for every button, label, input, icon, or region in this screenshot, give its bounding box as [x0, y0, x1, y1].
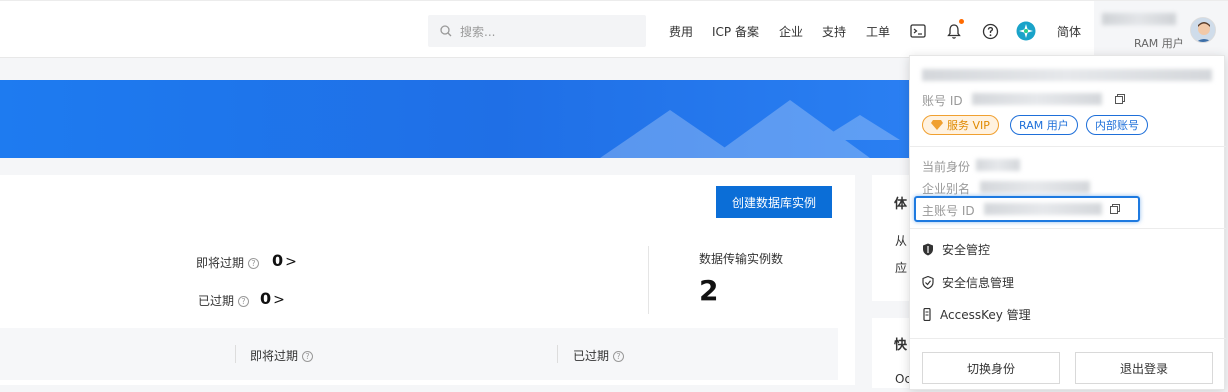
divider — [648, 246, 649, 314]
account-name-blurred — [922, 69, 1212, 81]
notification-dot — [959, 19, 964, 24]
nav-support[interactable]: 支持 — [822, 23, 846, 40]
bell-icon[interactable] — [944, 19, 964, 41]
current-identity-label: 当前身份 — [922, 160, 971, 174]
expiring-count[interactable]: 0 > — [272, 251, 297, 270]
divider — [910, 146, 1226, 147]
enterprise-alias-blurred — [980, 181, 1090, 193]
shield-icon — [923, 243, 933, 256]
nav-fees[interactable]: 费用 — [669, 23, 693, 40]
account-dropdown: 账号 ID 服务 VIP RAM 用户 内部账号 当前身份 企业别名 主账号 I… — [909, 55, 1226, 390]
key-icon — [923, 308, 931, 321]
chevron-right-icon: > — [285, 254, 297, 270]
search-icon — [440, 25, 452, 37]
side-card-text: 应 — [895, 261, 908, 275]
user-menu-trigger[interactable]: RAM 用户 — [1094, 1, 1228, 59]
logout-button[interactable]: 退出登录 — [1075, 352, 1213, 384]
chevron-right-icon: > — [273, 292, 285, 308]
main-account-id-blurred — [984, 203, 1102, 215]
ram-user-tag: RAM 用户 — [1010, 115, 1078, 135]
account-id-blurred — [972, 93, 1102, 105]
transfer-instance-count: 2 — [699, 274, 719, 307]
nav-enterprise[interactable]: 企业 — [779, 23, 803, 40]
table-header-expired: 已过期? — [573, 347, 625, 364]
menu-security-control[interactable]: 安全管控 — [922, 241, 990, 258]
switch-identity-button[interactable]: 切换身份 — [922, 352, 1060, 384]
terminal-icon[interactable] — [908, 21, 928, 41]
copy-icon[interactable] — [1115, 94, 1125, 104]
internal-account-tag: 内部账号 — [1086, 115, 1148, 135]
search-input[interactable]: 搜索... — [428, 15, 646, 47]
side-card-title: 快 — [894, 338, 908, 353]
avatar[interactable] — [1190, 17, 1216, 43]
ram-user-label: RAM 用户 — [1134, 37, 1184, 50]
username-blurred — [1102, 13, 1176, 25]
table-header — [0, 328, 838, 380]
enterprise-alias-label: 企业别名 — [922, 182, 971, 196]
current-identity-blurred — [976, 159, 1020, 171]
banner-decoration — [600, 100, 900, 158]
column-divider — [235, 345, 236, 363]
copy-icon[interactable] — [1110, 204, 1120, 214]
column-divider — [557, 345, 558, 363]
side-card-text: 从 — [895, 234, 908, 248]
question-icon[interactable]: ? — [248, 258, 260, 269]
expiring-label: 即将过期? — [196, 254, 260, 271]
nav-ticket[interactable]: 工单 — [866, 23, 890, 40]
help-icon[interactable] — [980, 21, 1000, 41]
vip-tag: 服务 VIP — [922, 115, 999, 135]
top-navbar: 搜索... 费用 ICP 备案 企业 支持 工单 简体 RAM 用户 — [0, 0, 1228, 59]
question-icon[interactable]: ? — [613, 351, 625, 362]
create-instance-button[interactable]: 创建数据库实例 — [716, 186, 832, 218]
side-card-title: 体 — [894, 197, 908, 212]
main-account-id-label: 主账号 ID — [922, 204, 975, 218]
menu-security-info[interactable]: 安全信息管理 — [922, 274, 1014, 291]
language-switch[interactable]: 简体 — [1057, 23, 1081, 40]
app-icon[interactable] — [1016, 21, 1036, 41]
table-header-expiring: 即将过期? — [250, 347, 314, 364]
transfer-instance-label: 数据传输实例数 — [699, 252, 784, 266]
question-icon[interactable]: ? — [238, 296, 250, 307]
divider — [910, 228, 1226, 229]
account-id-label: 账号 ID — [922, 94, 963, 108]
search-placeholder: 搜索... — [460, 24, 496, 39]
expired-label: 已过期? — [198, 292, 250, 309]
question-icon[interactable]: ? — [302, 351, 314, 362]
shield-check-icon — [922, 276, 934, 289]
diamond-icon — [931, 120, 943, 130]
nav-icp[interactable]: ICP 备案 — [712, 23, 759, 40]
divider — [910, 338, 1226, 339]
expired-count[interactable]: 0 > — [260, 289, 285, 308]
menu-accesskey[interactable]: AccessKey 管理 — [922, 306, 1031, 323]
